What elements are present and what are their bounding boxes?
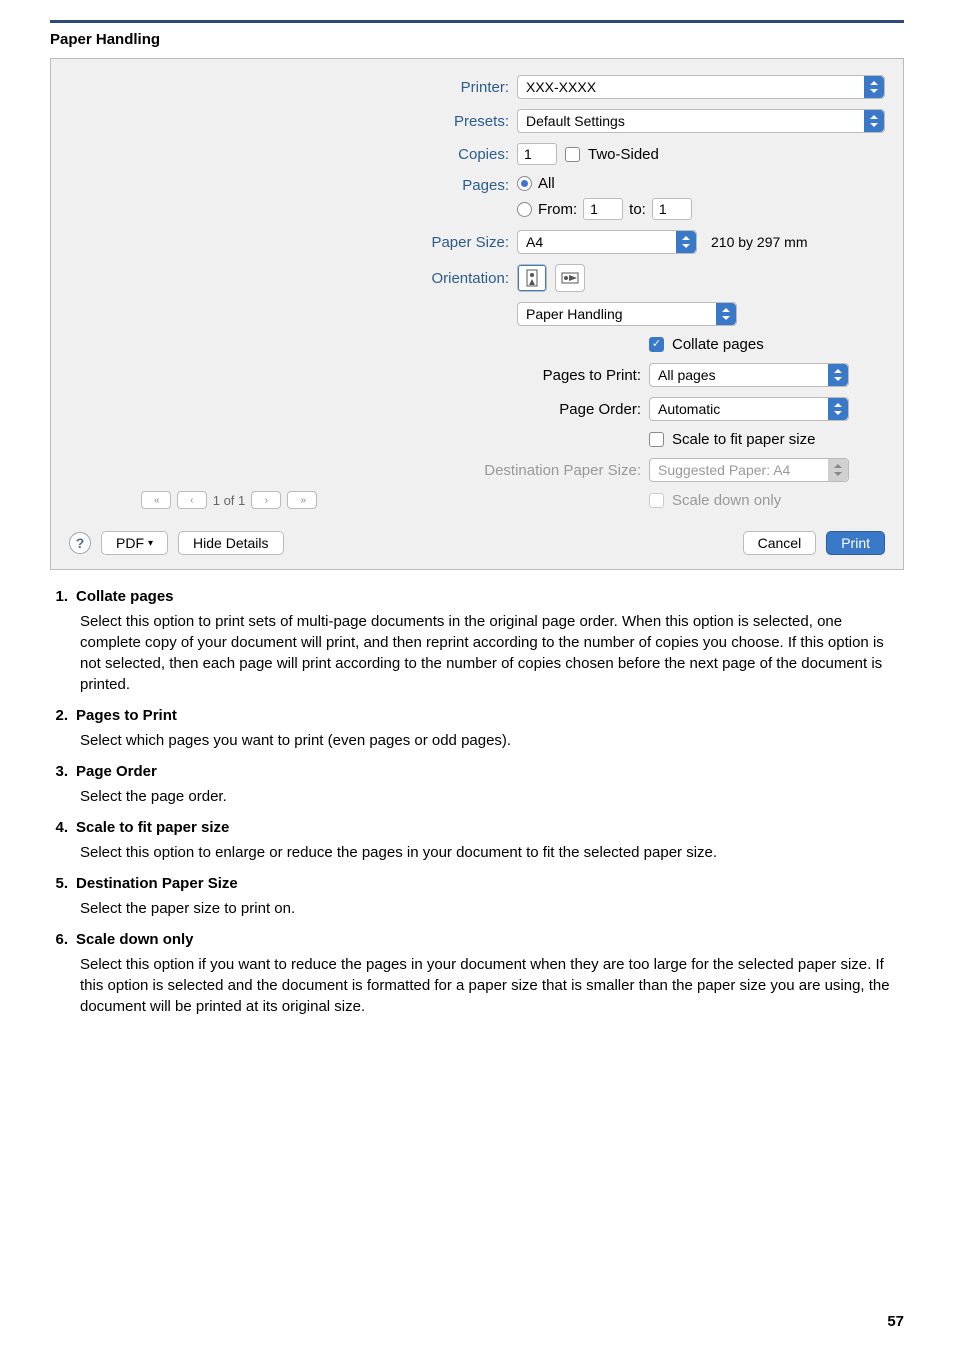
item-number: 3. [50, 763, 68, 780]
item-number: 5. [50, 875, 68, 892]
cancel-button[interactable]: Cancel [743, 531, 817, 555]
printer-value: XXX-XXXX [526, 79, 596, 95]
item-title: Scale down only [76, 931, 194, 948]
item-body: Select this option to print sets of mult… [80, 611, 904, 695]
list-item: 1. Collate pages Select this option to pr… [50, 588, 904, 695]
dest-size-select: Suggested Paper: A4 [649, 458, 849, 482]
options-module-value: Paper Handling [526, 306, 623, 322]
pages-to-input[interactable]: 1 [652, 198, 692, 220]
two-sided-label: Two-Sided [588, 146, 659, 163]
scale-fit-checkbox[interactable] [649, 432, 664, 447]
page-order-label: Page Order: [389, 401, 649, 418]
item-title: Collate pages [76, 588, 174, 605]
presets-label: Presets: [389, 113, 517, 130]
item-title: Page Order [76, 763, 157, 780]
list-item: 4. Scale to fit paper size Select this op… [50, 819, 904, 863]
item-number: 2. [50, 707, 68, 724]
list-item: 6. Scale down only Select this option if … [50, 931, 904, 1017]
item-body: Select this option if you want to reduce… [80, 954, 904, 1017]
chevron-updown-icon [864, 76, 884, 98]
dest-size-value: Suggested Paper: A4 [658, 462, 790, 478]
chevron-down-icon: ▾ [148, 538, 153, 549]
presets-select[interactable]: Default Settings [517, 109, 885, 133]
chevron-updown-icon [828, 364, 848, 386]
pages-all-radio[interactable] [517, 176, 532, 191]
two-sided-checkbox[interactable] [565, 147, 580, 162]
scale-down-label: Scale down only [672, 492, 781, 509]
orientation-portrait-button[interactable] [517, 264, 547, 292]
print-dialog: « ‹ 1 of 1 › » Printer: XXX-XXXX [50, 58, 904, 570]
item-number: 6. [50, 931, 68, 948]
scale-down-checkbox [649, 493, 664, 508]
chevron-updown-icon [716, 303, 736, 325]
chevron-updown-icon [828, 398, 848, 420]
copies-value: 1 [524, 146, 532, 162]
printer-select[interactable]: XXX-XXXX [517, 75, 885, 99]
item-number: 4. [50, 819, 68, 836]
item-title: Pages to Print [76, 707, 177, 724]
item-body: Select which pages you want to print (ev… [80, 730, 904, 751]
paper-size-value: A4 [526, 234, 543, 250]
copies-label: Copies: [389, 146, 517, 163]
nav-last-button[interactable]: » [287, 491, 317, 509]
item-body: Select the paper size to print on. [80, 898, 904, 919]
chevron-updown-icon [828, 459, 848, 481]
pages-from-input[interactable]: 1 [583, 198, 623, 220]
list-item: 2. Pages to Print Select which pages you … [50, 707, 904, 751]
paper-size-select[interactable]: A4 [517, 230, 697, 254]
item-title: Scale to fit paper size [76, 819, 229, 836]
page-order-value: Automatic [658, 401, 720, 417]
collate-label: Collate pages [672, 336, 764, 353]
pages-to-label: to: [629, 201, 646, 218]
nav-next-button[interactable]: › [251, 491, 281, 509]
item-body: Select this option to enlarge or reduce … [80, 842, 904, 863]
nav-prev-button[interactable]: ‹ [177, 491, 207, 509]
scale-fit-label: Scale to fit paper size [672, 431, 815, 448]
page-number: 57 [887, 1313, 904, 1330]
hide-details-button[interactable]: Hide Details [178, 531, 283, 555]
collate-checkbox[interactable] [649, 337, 664, 352]
copies-input[interactable]: 1 [517, 143, 557, 165]
chevron-updown-icon [676, 231, 696, 253]
pdf-label: PDF [116, 535, 144, 551]
item-number: 1. [50, 588, 68, 605]
pages-all-label: All [538, 175, 555, 192]
item-title: Destination Paper Size [76, 875, 238, 892]
pages-to-print-select[interactable]: All pages [649, 363, 849, 387]
chevron-updown-icon [864, 110, 884, 132]
dest-size-label: Destination Paper Size: [389, 462, 649, 479]
help-button[interactable]: ? [69, 532, 91, 554]
print-button[interactable]: Print [826, 531, 885, 555]
presets-value: Default Settings [526, 113, 625, 129]
nav-page-indicator: 1 of 1 [213, 493, 246, 508]
pages-to-value: 1 [659, 201, 667, 217]
descriptions-list: 1. Collate pages Select this option to pr… [50, 588, 904, 1017]
item-body: Select the page order. [80, 786, 904, 807]
pages-from-radio[interactable] [517, 202, 532, 217]
page-order-select[interactable]: Automatic [649, 397, 849, 421]
orientation-label: Orientation: [389, 270, 517, 287]
preview-nav: « ‹ 1 of 1 › » [69, 491, 389, 519]
pages-from-value: 1 [590, 201, 598, 217]
options-module-select[interactable]: Paper Handling [517, 302, 737, 326]
pages-to-print-label: Pages to Print: [389, 367, 649, 384]
nav-first-button[interactable]: « [141, 491, 171, 509]
pages-label: Pages: [389, 175, 517, 194]
pages-from-label: From: [538, 201, 577, 218]
paper-dimensions: 210 by 297 mm [711, 234, 808, 250]
paper-size-label: Paper Size: [389, 234, 517, 251]
pages-to-print-value: All pages [658, 367, 716, 383]
pdf-button[interactable]: PDF ▾ [101, 531, 168, 555]
printer-label: Printer: [389, 79, 517, 96]
list-item: 5. Destination Paper Size Select the pape… [50, 875, 904, 919]
orientation-landscape-button[interactable] [555, 264, 585, 292]
section-title: Paper Handling [50, 31, 904, 48]
list-item: 3. Page Order Select the page order. [50, 763, 904, 807]
